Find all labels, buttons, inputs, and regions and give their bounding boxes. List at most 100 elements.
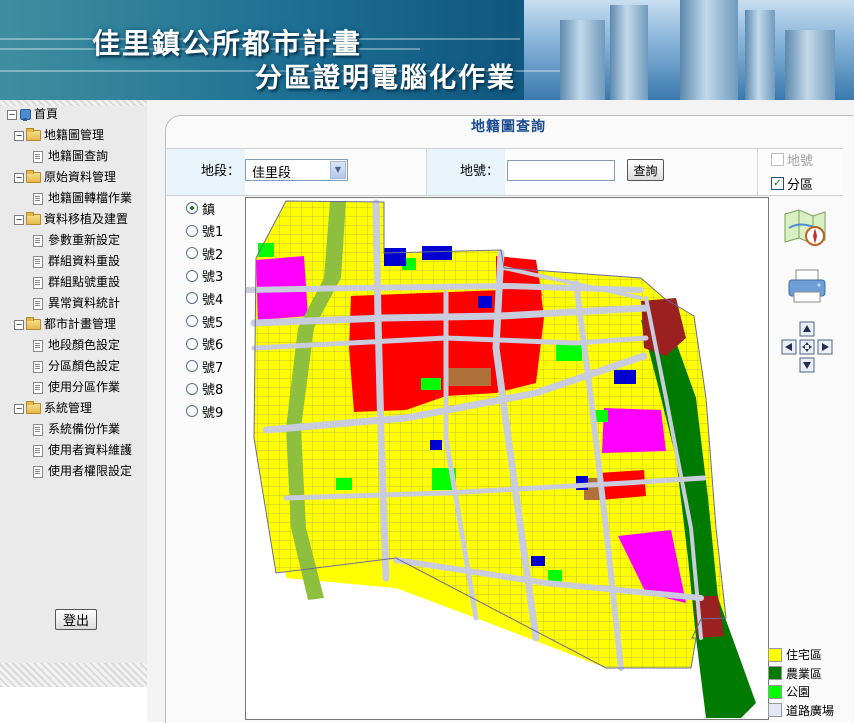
tree-item[interactable]: 分區顏色設定 <box>33 358 120 375</box>
checkmark-icon[interactable]: ✓ <box>771 176 784 190</box>
radio-button-icon[interactable] <box>186 382 198 395</box>
tree-root-label: 首頁 <box>34 107 59 121</box>
legend-label: 農業區 <box>786 666 823 681</box>
zoom-radio-7[interactable]: 號7 <box>186 357 224 376</box>
zone-school <box>384 248 406 266</box>
tree-item[interactable]: 群組點號重設 <box>33 274 120 291</box>
page-icon <box>33 234 43 247</box>
legend-item: 住宅區 <box>768 646 822 663</box>
lot-label: 地號： <box>460 164 500 179</box>
legend-swatch <box>768 684 782 699</box>
zoom-radio-6[interactable]: 號6 <box>186 335 223 353</box>
map-canvas[interactable] <box>246 198 768 719</box>
zoom-radio-8[interactable]: 號8 <box>186 380 223 398</box>
header-banner: 佳里鎮公所都市計畫 分區證明電腦化作業 <box>0 0 854 100</box>
radio-label: 號2 <box>202 247 224 263</box>
legend-swatch <box>768 703 782 717</box>
radio-button-icon[interactable] <box>186 360 198 373</box>
radio-label: 號6 <box>202 338 224 354</box>
logout-button[interactable]: 登出 <box>55 609 97 630</box>
page-icon <box>33 276 43 289</box>
radio-button-icon[interactable] <box>186 315 198 327</box>
tree-root[interactable]: − 首頁 <box>7 106 58 123</box>
zone-school <box>614 370 636 384</box>
zoom-radio-0[interactable]: 鎮 <box>186 199 216 218</box>
radio-button-icon[interactable] <box>186 337 198 350</box>
radio-button-icon[interactable] <box>186 292 198 305</box>
zone-park <box>421 378 441 390</box>
folder-icon <box>26 170 41 183</box>
query-button[interactable]: 查詢 <box>627 159 664 181</box>
page-icon <box>33 465 43 478</box>
radio-label: 號9 <box>202 405 224 421</box>
tree-item[interactable]: 使用者權限設定 <box>33 463 132 480</box>
district-select[interactable]: 佳里段 ▼ <box>245 159 348 181</box>
radio-label: 號1 <box>202 225 224 241</box>
radio-button-icon[interactable] <box>186 247 198 260</box>
page-icon <box>33 192 43 205</box>
legend-label: 道路廣場 <box>786 703 835 718</box>
tree-item[interactable]: 參數重新設定 <box>33 232 120 249</box>
tree-group-system[interactable]: − 系統管理 <box>14 400 92 417</box>
district-label: 地段： <box>201 164 241 179</box>
collapse-icon[interactable]: − <box>7 109 17 120</box>
page-icon <box>33 360 43 373</box>
page-icon <box>33 444 43 457</box>
checkbox-zone[interactable]: ✓ 分區 <box>771 175 813 193</box>
zoom-radio-4[interactable]: 號4 <box>186 289 223 308</box>
collapse-icon[interactable]: − <box>14 403 24 414</box>
collapse-icon[interactable]: − <box>14 319 24 330</box>
page-icon <box>33 255 43 268</box>
folder-icon <box>26 212 41 225</box>
tree-group-migration[interactable]: − 資料移植及建置 <box>14 211 128 228</box>
folder-icon <box>26 401 41 414</box>
page-icon <box>33 150 43 163</box>
cadastral-zoning-map[interactable] <box>245 197 769 720</box>
radio-label: 號3 <box>202 270 224 286</box>
folder-icon <box>26 317 41 330</box>
tree-item[interactable]: 群組資料重設 <box>33 253 120 270</box>
zone-park <box>556 343 582 361</box>
nav-tree: − 首頁 − 地籍圖管理 地籍圖查詢 − 原始資料管理 地籍圖轉檔作業 − 資料… <box>0 106 147 663</box>
chevron-down-icon[interactable]: ▼ <box>330 161 346 179</box>
tree-item[interactable]: 使用者資料維護 <box>33 442 132 459</box>
checkbox-lot-number: 地號 <box>771 151 813 169</box>
legend-swatch <box>768 647 782 662</box>
folder-icon <box>26 128 41 141</box>
page-icon <box>33 423 43 436</box>
tree-group-urban-plan[interactable]: − 都市計畫管理 <box>14 316 116 333</box>
tree-item[interactable]: 地籍圖轉檔作業 <box>33 190 132 207</box>
tree-item[interactable]: 地段顏色設定 <box>33 337 120 354</box>
zoom-radio-1[interactable]: 號1 <box>186 222 223 240</box>
zoom-radio-5[interactable]: 號5 <box>186 312 223 331</box>
page-title: 地籍圖查詢 <box>471 119 546 135</box>
collapse-icon[interactable]: − <box>14 172 24 183</box>
zoom-radio-2[interactable]: 號2 <box>186 244 224 263</box>
collapse-icon[interactable]: − <box>14 214 24 225</box>
radio-label: 號7 <box>202 360 224 376</box>
printer-icon[interactable] <box>786 268 828 308</box>
collapse-icon[interactable]: − <box>14 130 24 141</box>
radio-button-icon[interactable] <box>186 224 198 237</box>
tree-group-cadastral[interactable]: − 地籍圖管理 <box>14 127 104 144</box>
tree-item[interactable]: 異常資料統計 <box>33 295 120 312</box>
page-icon <box>33 297 43 310</box>
tree-item[interactable]: 地籍圖查詢 <box>33 148 108 165</box>
legend-item: 公園 <box>768 683 810 700</box>
radio-button-icon[interactable] <box>186 202 198 214</box>
radio-button-icon[interactable] <box>186 405 198 418</box>
radio-button-icon[interactable] <box>186 269 198 282</box>
zoom-radio-9[interactable]: 號9 <box>186 402 224 421</box>
pan-arrows-icon[interactable] <box>781 321 833 377</box>
zone-school <box>531 556 545 566</box>
radio-label: 鎮 <box>202 202 216 218</box>
map-search-icon[interactable] <box>783 206 829 254</box>
zoom-radio-3[interactable]: 號3 <box>186 267 223 285</box>
legend-label: 住宅區 <box>786 648 823 662</box>
lot-number-input[interactable] <box>507 160 615 181</box>
tree-item[interactable]: 使用分區作業 <box>33 379 120 396</box>
legend-item: 道路廣場 <box>768 702 834 719</box>
tree-item[interactable]: 系統備份作業 <box>33 421 120 438</box>
tree-group-raw-data[interactable]: − 原始資料管理 <box>14 169 116 186</box>
legend-swatch <box>768 666 782 680</box>
